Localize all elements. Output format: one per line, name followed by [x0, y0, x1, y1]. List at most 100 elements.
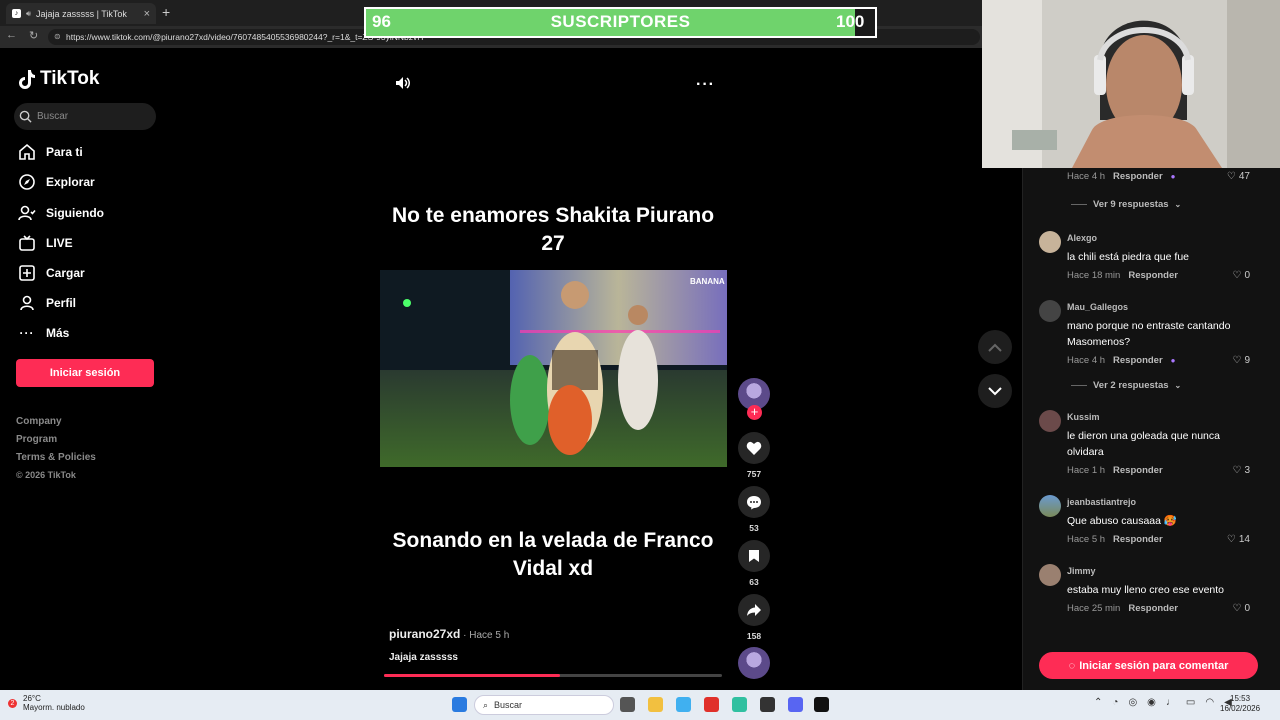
- comment-user[interactable]: Kussim: [1067, 412, 1100, 422]
- comment-like[interactable]: ♡ 9: [1232, 355, 1250, 366]
- heart-outline-icon: ♡: [1232, 270, 1242, 281]
- sound-avatar[interactable]: [738, 647, 770, 679]
- chevron-up-icon: [988, 343, 1002, 352]
- avatar[interactable]: [1039, 231, 1061, 253]
- search-box[interactable]: [14, 103, 156, 130]
- back-icon[interactable]: ←: [6, 29, 17, 42]
- taskbar-clock[interactable]: 15:53 16/02/2026: [1220, 694, 1260, 714]
- subscriber-goal-label: SUSCRIPTORES: [550, 12, 691, 31]
- app-icon[interactable]: [760, 697, 775, 712]
- nav-item-mas[interactable]: ··· Más: [18, 322, 70, 344]
- login-button[interactable]: Iniciar sesión: [16, 359, 154, 387]
- microphone-icon[interactable]: ♩: [1166, 697, 1176, 708]
- avatar[interactable]: [1039, 410, 1061, 432]
- reload-icon[interactable]: ↻: [29, 29, 38, 42]
- comment-meta: Hace 18 min Responder ♡ 0: [1067, 270, 1250, 281]
- comment-meta: Hace 5 h Responder ♡ 14: [1067, 534, 1250, 545]
- app-icon[interactable]: [814, 697, 829, 712]
- close-tab-icon[interactable]: ×: [144, 8, 150, 20]
- volume-icon[interactable]: [394, 74, 412, 97]
- weather-badge: 2: [8, 698, 17, 708]
- nav-item-para-ti[interactable]: Para ti: [18, 141, 83, 163]
- comment-user[interactable]: Mau_Gallegos: [1067, 302, 1128, 312]
- footer-link-program[interactable]: Program: [16, 434, 57, 445]
- author-name[interactable]: piurano27xd: [389, 627, 460, 641]
- copyright: © 2026 TikTok: [16, 470, 76, 480]
- nav-item-live[interactable]: LIVE: [18, 232, 73, 254]
- follow-button[interactable]: +: [747, 405, 762, 420]
- comment-button[interactable]: [738, 486, 770, 518]
- post-time: · Hace 5 h: [460, 630, 510, 641]
- view-replies-button[interactable]: Ver 2 respuestas ⌄: [1071, 380, 1181, 391]
- nav-item-explorar[interactable]: Explorar: [18, 171, 95, 193]
- share-button[interactable]: [738, 594, 770, 626]
- search-input[interactable]: [37, 111, 147, 122]
- tiktok-logo[interactable]: TikTok: [18, 68, 99, 90]
- display-icon[interactable]: ▭: [1186, 697, 1195, 708]
- share-icon: [747, 604, 761, 616]
- more-options-icon[interactable]: ···: [696, 76, 715, 94]
- previous-video-button[interactable]: [978, 330, 1012, 364]
- weather-desc: Mayorm. nublado: [23, 703, 85, 712]
- avatar[interactable]: [1039, 564, 1061, 586]
- video-progress-fill: [384, 674, 560, 677]
- profile-icon: [18, 294, 36, 312]
- comment-user[interactable]: Jimmy: [1067, 566, 1096, 576]
- edge-icon[interactable]: [676, 697, 691, 712]
- reply-button[interactable]: Responder: [1113, 171, 1163, 182]
- avatar[interactable]: [1039, 300, 1061, 322]
- discord-icon[interactable]: [788, 697, 803, 712]
- browser-icon[interactable]: [732, 697, 747, 712]
- nav-item-siguiendo[interactable]: Siguiendo: [18, 202, 104, 224]
- comment-user[interactable]: Alexgo: [1067, 233, 1097, 243]
- comment-user[interactable]: jeanbastiantrejo: [1067, 497, 1136, 507]
- save-button[interactable]: [738, 540, 770, 572]
- nav-item-cargar[interactable]: Cargar: [18, 262, 85, 284]
- comment-like[interactable]: ♡ 14: [1227, 534, 1250, 545]
- weather-widget[interactable]: 2 26°C Mayorm. nublado: [8, 694, 85, 712]
- tray-app-icon[interactable]: ◉: [1147, 697, 1156, 708]
- taskbar-search[interactable]: ⌕ Buscar: [474, 695, 614, 715]
- windows-start-icon[interactable]: [452, 697, 467, 712]
- office-icon[interactable]: [704, 697, 719, 712]
- reply-button[interactable]: Responder: [1128, 270, 1178, 281]
- nav-label: Siguiendo: [46, 206, 104, 220]
- footer-link-company[interactable]: Company: [16, 416, 62, 427]
- site-info-icon[interactable]: ⊜: [54, 29, 61, 45]
- new-tab-button[interactable]: +: [162, 4, 170, 20]
- file-explorer-icon[interactable]: [648, 697, 663, 712]
- browser-tab[interactable]: ♪ 🔊︎ Jajaja zasssss | TikTok ×: [6, 3, 156, 24]
- comment-like[interactable]: ♡ 47: [1227, 171, 1250, 182]
- reply-button[interactable]: Responder: [1113, 465, 1163, 476]
- like-button[interactable]: [738, 432, 770, 464]
- footer-link-terms[interactable]: Terms & Policies: [16, 452, 96, 463]
- reply-button[interactable]: Responder: [1113, 355, 1163, 366]
- chevron-up-icon[interactable]: ⌃: [1094, 697, 1102, 708]
- system-tray[interactable]: ⌃ ◔ ◎ ◉ ♩ ▭ ◠ ◀: [1094, 697, 1232, 708]
- task-view-icon[interactable]: [620, 697, 635, 712]
- tray-app-icon[interactable]: ◔: [1112, 697, 1118, 708]
- tray-app-icon[interactable]: ◎: [1128, 697, 1137, 708]
- clock-time: 15:53: [1230, 694, 1251, 703]
- video-author[interactable]: piurano27xd · Hace 5 h: [389, 627, 509, 641]
- reply-button[interactable]: Responder: [1113, 534, 1163, 545]
- comment-text: estaba muy lleno creo ese evento: [1067, 584, 1225, 596]
- comment-like[interactable]: ♡ 3: [1232, 465, 1250, 476]
- avatar[interactable]: [1039, 495, 1061, 517]
- nav-item-perfil[interactable]: Perfil: [18, 292, 76, 314]
- wifi-icon[interactable]: ◠: [1205, 697, 1214, 708]
- replies-divider: [1071, 204, 1087, 205]
- search-icon: [19, 110, 32, 123]
- comment-time: Hace 18 min: [1067, 270, 1121, 281]
- login-to-comment-button[interactable]: ◌ Iniciar sesión para comentar: [1039, 652, 1258, 679]
- view-replies-button[interactable]: Ver 9 respuestas ⌄: [1071, 199, 1181, 210]
- comment-like[interactable]: ♡ 0: [1232, 270, 1250, 281]
- video-top-text: No te enamores Shakita Piurano 27: [391, 204, 715, 255]
- comment-like[interactable]: ♡ 0: [1232, 603, 1250, 614]
- heart-outline-icon: ♡: [1226, 171, 1236, 182]
- live-icon: [18, 234, 36, 252]
- comment-meta: Hace 4 h Responder ● ♡ 47: [1067, 171, 1250, 182]
- reply-button[interactable]: Responder: [1128, 603, 1178, 614]
- next-video-button[interactable]: [978, 374, 1012, 408]
- video-frame[interactable]: BANANA: [380, 270, 727, 467]
